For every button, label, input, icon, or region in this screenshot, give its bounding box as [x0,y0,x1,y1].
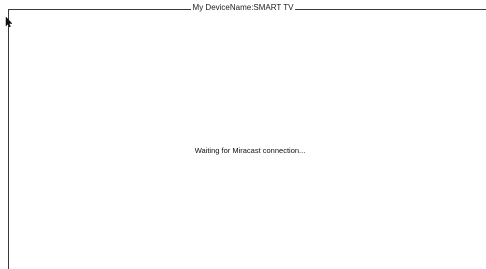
mouse-pointer-icon [5,15,13,28]
device-name-text: My DeviceName:SMART TV [190,3,296,12]
device-name-label: My DeviceName:SMART TV [0,3,486,12]
frame-left-border [8,9,9,269]
waiting-status-text: Waiting for Miracast connection... [194,146,306,155]
miracast-screen: My DeviceName:SMART TV Waiting for Mirac… [0,0,486,269]
